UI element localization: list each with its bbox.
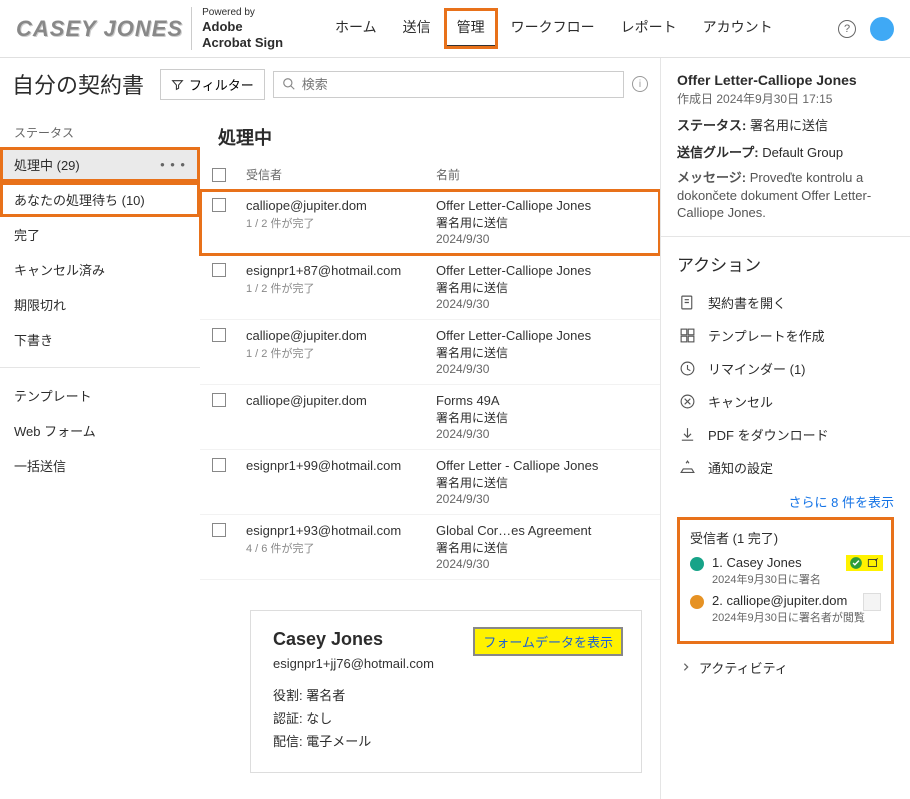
nav-ホーム[interactable]: ホーム — [323, 9, 389, 48]
action-notify[interactable]: 通知の設定 — [677, 451, 894, 484]
sidebar-item-キャンセル済み[interactable]: キャンセル済み — [0, 252, 200, 287]
sidebar-item-下書き[interactable]: 下書き — [0, 322, 200, 357]
page-title: 自分の契約書 — [12, 68, 144, 100]
sidebar: ステータス 処理中 (29)• • •あなたの処理待ち (10)完了キャンセル済… — [0, 110, 200, 799]
signer-email: esignpr1+jj76@hotmail.com — [273, 656, 619, 671]
table-row[interactable]: calliope@jupiter.dom1 / 2 件が完了Offer Lett… — [200, 190, 660, 255]
table-row[interactable]: calliope@jupiter.dom1 / 2 件が完了Offer Lett… — [200, 320, 660, 385]
created-date: 作成日 2024年9月30日 17:15 — [677, 90, 894, 107]
row-checkbox[interactable] — [212, 198, 226, 212]
sidebar-heading-status: ステータス — [0, 118, 200, 147]
row-checkbox[interactable] — [212, 263, 226, 277]
sidebar-item-テンプレート[interactable]: テンプレート — [0, 378, 200, 413]
list-title: 処理中 — [200, 118, 660, 160]
list-header: 受信者 名前 — [200, 160, 660, 190]
info-icon[interactable]: i — [632, 76, 648, 92]
cancel-icon — [679, 393, 696, 410]
sign-icon — [866, 556, 880, 570]
avatar[interactable] — [870, 17, 894, 41]
filter-icon — [171, 78, 184, 91]
show-more-actions-link[interactable]: さらに 8 件を表示 — [677, 492, 894, 511]
sidebar-item-処理中[interactable]: 処理中 (29)• • • — [0, 147, 200, 182]
show-form-data-button[interactable]: フォームデータを表示 — [473, 627, 623, 656]
select-all-checkbox[interactable] — [212, 168, 226, 182]
signer-detail-card: フォームデータを表示 Casey Jones esignpr1+jj76@hot… — [250, 610, 642, 773]
search-input[interactable] — [302, 77, 615, 92]
recipients-heading: 受信者 (1 完了) — [690, 528, 881, 547]
sidebar-item-期限切れ[interactable]: 期限切れ — [0, 287, 200, 322]
table-row[interactable]: esignpr1+87@hotmail.com1 / 2 件が完了Offer L… — [200, 255, 660, 320]
brand-name: AdobeAcrobat Sign — [202, 19, 283, 50]
sidebar-item-一括送信[interactable]: 一括送信 — [0, 448, 200, 483]
table-row[interactable]: esignpr1+99@hotmail.comOffer Letter - Ca… — [200, 450, 660, 515]
nav-レポート[interactable]: レポート — [609, 9, 689, 48]
actions-heading: アクション — [677, 251, 894, 276]
logo: CASEY JONES — [16, 16, 183, 42]
action-download[interactable]: PDF をダウンロード — [677, 418, 894, 451]
right-panel: Offer Letter-Calliope Jones 作成日 2024年9月3… — [660, 58, 910, 799]
action-open[interactable]: 契約書を開く — [677, 286, 894, 319]
help-icon[interactable]: ? — [838, 20, 856, 38]
table-row[interactable]: calliope@jupiter.domForms 49A署名用に送信2024/… — [200, 385, 660, 450]
recipient-row[interactable]: 1. Casey Jones2024年9月30日に署名 — [690, 555, 881, 587]
signed-badge — [846, 555, 883, 571]
filter-button[interactable]: フィルター — [160, 69, 265, 100]
nav-管理[interactable]: 管理 — [445, 9, 497, 48]
powered-by-label: Powered by — [202, 7, 283, 19]
open-icon — [679, 294, 696, 311]
sidebar-item-完了[interactable]: 完了 — [0, 217, 200, 252]
powered-by-block: Powered by AdobeAcrobat Sign — [191, 7, 283, 50]
row-checkbox[interactable] — [212, 393, 226, 407]
action-cancel[interactable]: キャンセル — [677, 385, 894, 418]
recipients-section: 受信者 (1 完了) 1. Casey Jones2024年9月30日に署名 2.… — [677, 517, 894, 644]
nav-ワークフロー[interactable]: ワークフロー — [499, 9, 607, 48]
nav-送信[interactable]: 送信 — [391, 9, 443, 48]
activity-toggle[interactable]: アクティビティ — [677, 648, 894, 687]
notify-icon — [679, 459, 696, 476]
app-header: CASEY JONES Powered by AdobeAcrobat Sign… — [0, 0, 910, 58]
col-recipient-header[interactable]: 受信者 — [246, 166, 436, 183]
sidebar-item-あなたの処理待ち[interactable]: あなたの処理待ち (10) — [0, 182, 200, 217]
action-reminder[interactable]: リマインダー (1) — [677, 352, 894, 385]
recipient-row[interactable]: 2. calliope@jupiter.dom2024年9月30日に署名者が閲覧 — [690, 593, 881, 625]
row-checkbox[interactable] — [212, 523, 226, 537]
row-checkbox[interactable] — [212, 458, 226, 472]
more-dots-icon[interactable]: • • • — [160, 157, 186, 172]
chevron-right-icon — [681, 662, 691, 672]
row-checkbox[interactable] — [212, 328, 226, 342]
agreement-title: Offer Letter-Calliope Jones — [677, 72, 894, 88]
pending-badge — [863, 593, 881, 611]
nav-アカウント[interactable]: アカウント — [691, 9, 785, 48]
table-row[interactable]: esignpr1+93@hotmail.com4 / 6 件が完了Global … — [200, 515, 660, 580]
reminder-icon — [679, 360, 696, 377]
download-icon — [679, 426, 696, 443]
action-template[interactable]: テンプレートを作成 — [677, 319, 894, 352]
col-name-header[interactable]: 名前 — [436, 166, 648, 183]
search-icon — [282, 77, 296, 91]
sidebar-item-Web フォーム[interactable]: Web フォーム — [0, 413, 200, 448]
top-nav: ホーム送信管理ワークフローレポートアカウント — [323, 9, 785, 48]
search-box[interactable] — [273, 71, 624, 98]
template-icon — [679, 327, 696, 344]
